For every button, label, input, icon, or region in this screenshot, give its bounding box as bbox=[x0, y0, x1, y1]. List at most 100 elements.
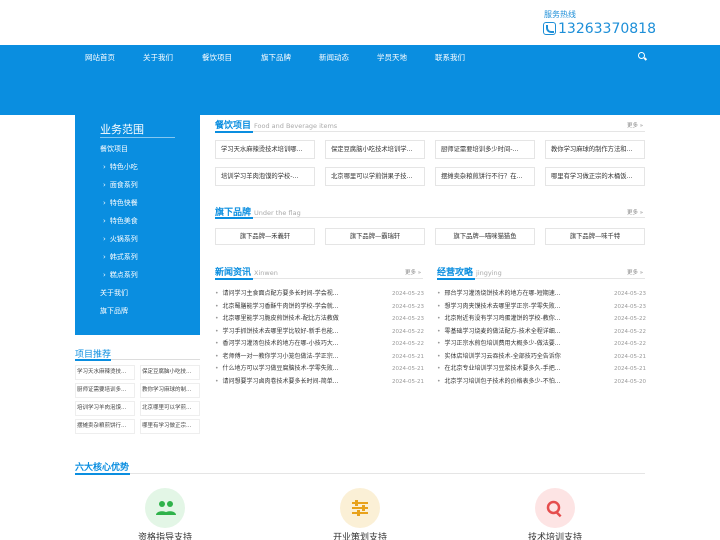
project-link[interactable]: 哪里有学习做正宗... bbox=[140, 419, 200, 434]
sidebar-item[interactable]: 火锅系列 bbox=[103, 234, 138, 244]
catering-more-link[interactable]: 更多 » bbox=[627, 121, 643, 129]
divider bbox=[437, 278, 645, 280]
news-row-title: 学习手抓饼技术去哪里学比较好-新手也能... bbox=[215, 327, 355, 337]
divider bbox=[215, 131, 645, 133]
strategy-row-date: 2024-05-21 bbox=[614, 366, 646, 372]
divider bbox=[215, 278, 423, 280]
hotline-number[interactable]: 13263370818 bbox=[543, 20, 656, 38]
strategy-row-title: 零基础学习烧麦的做法配方-技术全程详细... bbox=[437, 327, 577, 337]
top-header: 服务热线 13263370818 bbox=[0, 0, 720, 45]
core-circle bbox=[145, 488, 185, 528]
strategy-row-date: 2024-05-20 bbox=[614, 378, 646, 385]
sidebar-item[interactable]: 特色美食 bbox=[103, 216, 138, 226]
strategy-row[interactable]: 邢台学习灌汤烧饼技术的地方在哪-短期速... 2024-05-23 bbox=[437, 289, 646, 299]
project-link[interactable]: 教你学习麻球的制... bbox=[140, 383, 200, 398]
catering-item[interactable]: 厨师证需要培训多少时间-... bbox=[435, 140, 535, 159]
strategy-row[interactable]: 北京学习培训包子技术的价格表多少-不怕... 2024-05-20 bbox=[437, 377, 646, 387]
news-row[interactable]: 什么地方可以学习做豆腐脑技术-学零失败... 2024-05-21 bbox=[215, 364, 424, 374]
nav-news[interactable]: 新闻动态 bbox=[319, 52, 349, 63]
sidebar-item[interactable]: 特色小吃 bbox=[103, 162, 138, 172]
strategy-row[interactable]: 在北京专业培训学习豆浆技术要多久-手把... 2024-05-21 bbox=[437, 364, 646, 374]
news-row-date: 2024-05-23 bbox=[392, 291, 424, 297]
catering-item[interactable]: 北京哪里可以学煎饼果子技... bbox=[325, 167, 425, 186]
nav-brands[interactable]: 旗下品牌 bbox=[261, 52, 291, 63]
strategy-row[interactable]: 想学习肉夹馍技术去哪里学正宗-学零失败... 2024-05-23 bbox=[437, 302, 646, 312]
project-link[interactable]: 保定豆腐脑小吃技... bbox=[140, 365, 200, 380]
project-link[interactable]: 学习天水麻辣烫技... bbox=[75, 365, 135, 380]
phone-icon bbox=[543, 22, 556, 35]
catering-item[interactable]: 摆摊卖杂粮煎饼行不行？在... bbox=[435, 167, 535, 186]
sidebar-item[interactable]: 糕点系列 bbox=[103, 270, 138, 280]
brand-item[interactable]: 旗下品牌—喵咪猫猫鱼 bbox=[435, 228, 535, 245]
news-row[interactable]: 请问学习主食面点配方要多长时间-学会视... 2024-05-23 bbox=[215, 289, 424, 299]
nav-contact[interactable]: 联系我们 bbox=[435, 52, 465, 63]
project-link[interactable]: 摆摊卖杂粮煎饼行... bbox=[75, 419, 135, 434]
news-row-date: 2024-05-21 bbox=[392, 353, 424, 360]
news-row-date: 2024-05-23 bbox=[392, 303, 424, 310]
catering-item[interactable]: 保定豆腐脑小吃技术培训学... bbox=[325, 140, 425, 159]
news-row-date: 2024-05-23 bbox=[392, 316, 424, 322]
project-link[interactable]: 培训学习羊肉泡馍... bbox=[75, 401, 135, 416]
sidebar-item[interactable]: 旗下品牌 bbox=[100, 306, 128, 316]
brand-item[interactable]: 旗下品牌—禾義轩 bbox=[215, 228, 315, 245]
brand-item[interactable]: 旗下品牌—味千特 bbox=[545, 228, 645, 245]
nav-about[interactable]: 关于我们 bbox=[143, 52, 173, 63]
project-link[interactable]: 厨师证需要培训多... bbox=[75, 383, 135, 398]
catering-item[interactable]: 哪里有学习做正宗的木桶饭... bbox=[545, 167, 645, 186]
strategy-row-title: 想学习肉夹馍技术去哪里学正宗-学零失败... bbox=[437, 302, 577, 312]
catering-item[interactable]: 学习天水麻辣烫技术培训哪... bbox=[215, 140, 315, 159]
strategy-row-date: 2024-05-23 bbox=[614, 303, 646, 310]
divider bbox=[75, 473, 645, 475]
business-scope-title: 业务范围 bbox=[100, 123, 144, 136]
divider bbox=[100, 137, 175, 138]
strategy-title-text: 经营攻略 bbox=[437, 268, 474, 278]
strategy-row-title: 北京学习培训包子技术的价格表多少-不怕... bbox=[437, 377, 577, 387]
news-row[interactable]: 学习手抓饼技术去哪里学比较好-新手也能... 2024-05-22 bbox=[215, 327, 424, 337]
strategy-subtitle: jingying bbox=[476, 269, 502, 277]
core-advantage-label: 开业策划支持 bbox=[332, 533, 387, 540]
news-row-title: 香河学习灌汤包技术的地方在哪-小技巧大... bbox=[215, 339, 355, 349]
strategy-row-title: 在北京专业培训学习豆浆技术要多久-手把... bbox=[437, 364, 577, 374]
sidebar-item[interactable]: 特色快餐 bbox=[103, 198, 138, 208]
core-circle bbox=[340, 488, 380, 528]
sidebar-item[interactable]: 面食系列 bbox=[103, 180, 138, 190]
brand-item[interactable]: 旗下品牌—霸瑞轩 bbox=[325, 228, 425, 245]
strategy-row[interactable]: 实体店培训学习云吞技术-全部技巧全告诉你 2024-05-21 bbox=[437, 352, 646, 362]
catering-item[interactable]: 教你学习麻球的制作方法和... bbox=[545, 140, 645, 159]
news-row[interactable]: 北京蜀膳能学习香酥牛肉饼的学校-学会就... 2024-05-23 bbox=[215, 302, 424, 312]
news-row[interactable]: 香河学习灌汤包技术的地方在哪-小技巧大... 2024-05-22 bbox=[215, 339, 424, 349]
hotline-label: 服务热线 bbox=[544, 10, 576, 19]
main-nav: 网站首页 关于我们 餐饮项目 旗下品牌 新闻动态 学员天地 联系我们 bbox=[0, 45, 720, 67]
news-row-title: 老师傅一对一教你学习小笼包做法-学正宗... bbox=[215, 352, 355, 362]
strategy-row-date: 2024-05-23 bbox=[614, 291, 646, 297]
news-row[interactable]: 请问想要学习卤肉卷技术要多长时间-简单... 2024-05-21 bbox=[215, 377, 424, 387]
sidebar-item[interactable]: 关于我们 bbox=[100, 288, 128, 298]
nav-catering[interactable]: 餐饮项目 bbox=[202, 52, 232, 63]
sidebar-item[interactable]: 韩式系列 bbox=[103, 252, 138, 262]
core-advantages-title: 六大核心优势 bbox=[75, 463, 130, 473]
strategy-row[interactable]: 零基础学习烧麦的做法配方-技术全程详细... 2024-05-22 bbox=[437, 327, 646, 337]
nav-home[interactable]: 网站首页 bbox=[85, 52, 115, 63]
sidebar-item[interactable]: 餐饮项目 bbox=[100, 144, 128, 154]
strategy-section-title: 经营攻略 jingying bbox=[437, 265, 502, 278]
search-icon[interactable] bbox=[638, 52, 645, 59]
news-more-link[interactable]: 更多 » bbox=[405, 268, 421, 276]
users-icon bbox=[156, 500, 176, 518]
nav-students[interactable]: 学员天地 bbox=[377, 52, 407, 63]
project-link[interactable]: 北京哪里可以学煎... bbox=[140, 401, 200, 416]
news-row-title: 北京蜀膳能学习香酥牛肉饼的学校-学会就... bbox=[215, 302, 355, 312]
catering-item[interactable]: 培训学习羊肉泡馍的学校-... bbox=[215, 167, 315, 186]
strategy-row[interactable]: 北京附近有没有学习鸡蛋灌饼的学校-教你... 2024-05-22 bbox=[437, 314, 646, 324]
core-circle bbox=[535, 488, 575, 528]
strategy-row-date: 2024-05-22 bbox=[614, 341, 646, 347]
news-row[interactable]: 老师傅一对一教你学习小笼包做法-学正宗... 2024-05-21 bbox=[215, 352, 424, 362]
core-advantage-label: 资格指导支持 bbox=[137, 533, 192, 540]
brands-more-link[interactable]: 更多 » bbox=[627, 208, 643, 216]
strategy-more-link[interactable]: 更多 » bbox=[627, 268, 643, 276]
catering-section-title: 餐饮项目 Food and Beverage items bbox=[215, 118, 337, 131]
business-scope-panel: 业务范围 餐饮项目特色小吃面食系列特色快餐特色美食火锅系列韩式系列糕点系列关于我… bbox=[75, 115, 200, 335]
news-title-text: 新闻资讯 bbox=[215, 268, 252, 278]
news-row[interactable]: 北京哪里能学习脆皮煎饼技术-配比方法教做 2024-05-23 bbox=[215, 314, 424, 324]
strategy-row[interactable]: 学习正宗水煎包培训费用大概多少-做法要... 2024-05-22 bbox=[437, 339, 646, 349]
news-row-date: 2024-05-22 bbox=[392, 328, 424, 335]
